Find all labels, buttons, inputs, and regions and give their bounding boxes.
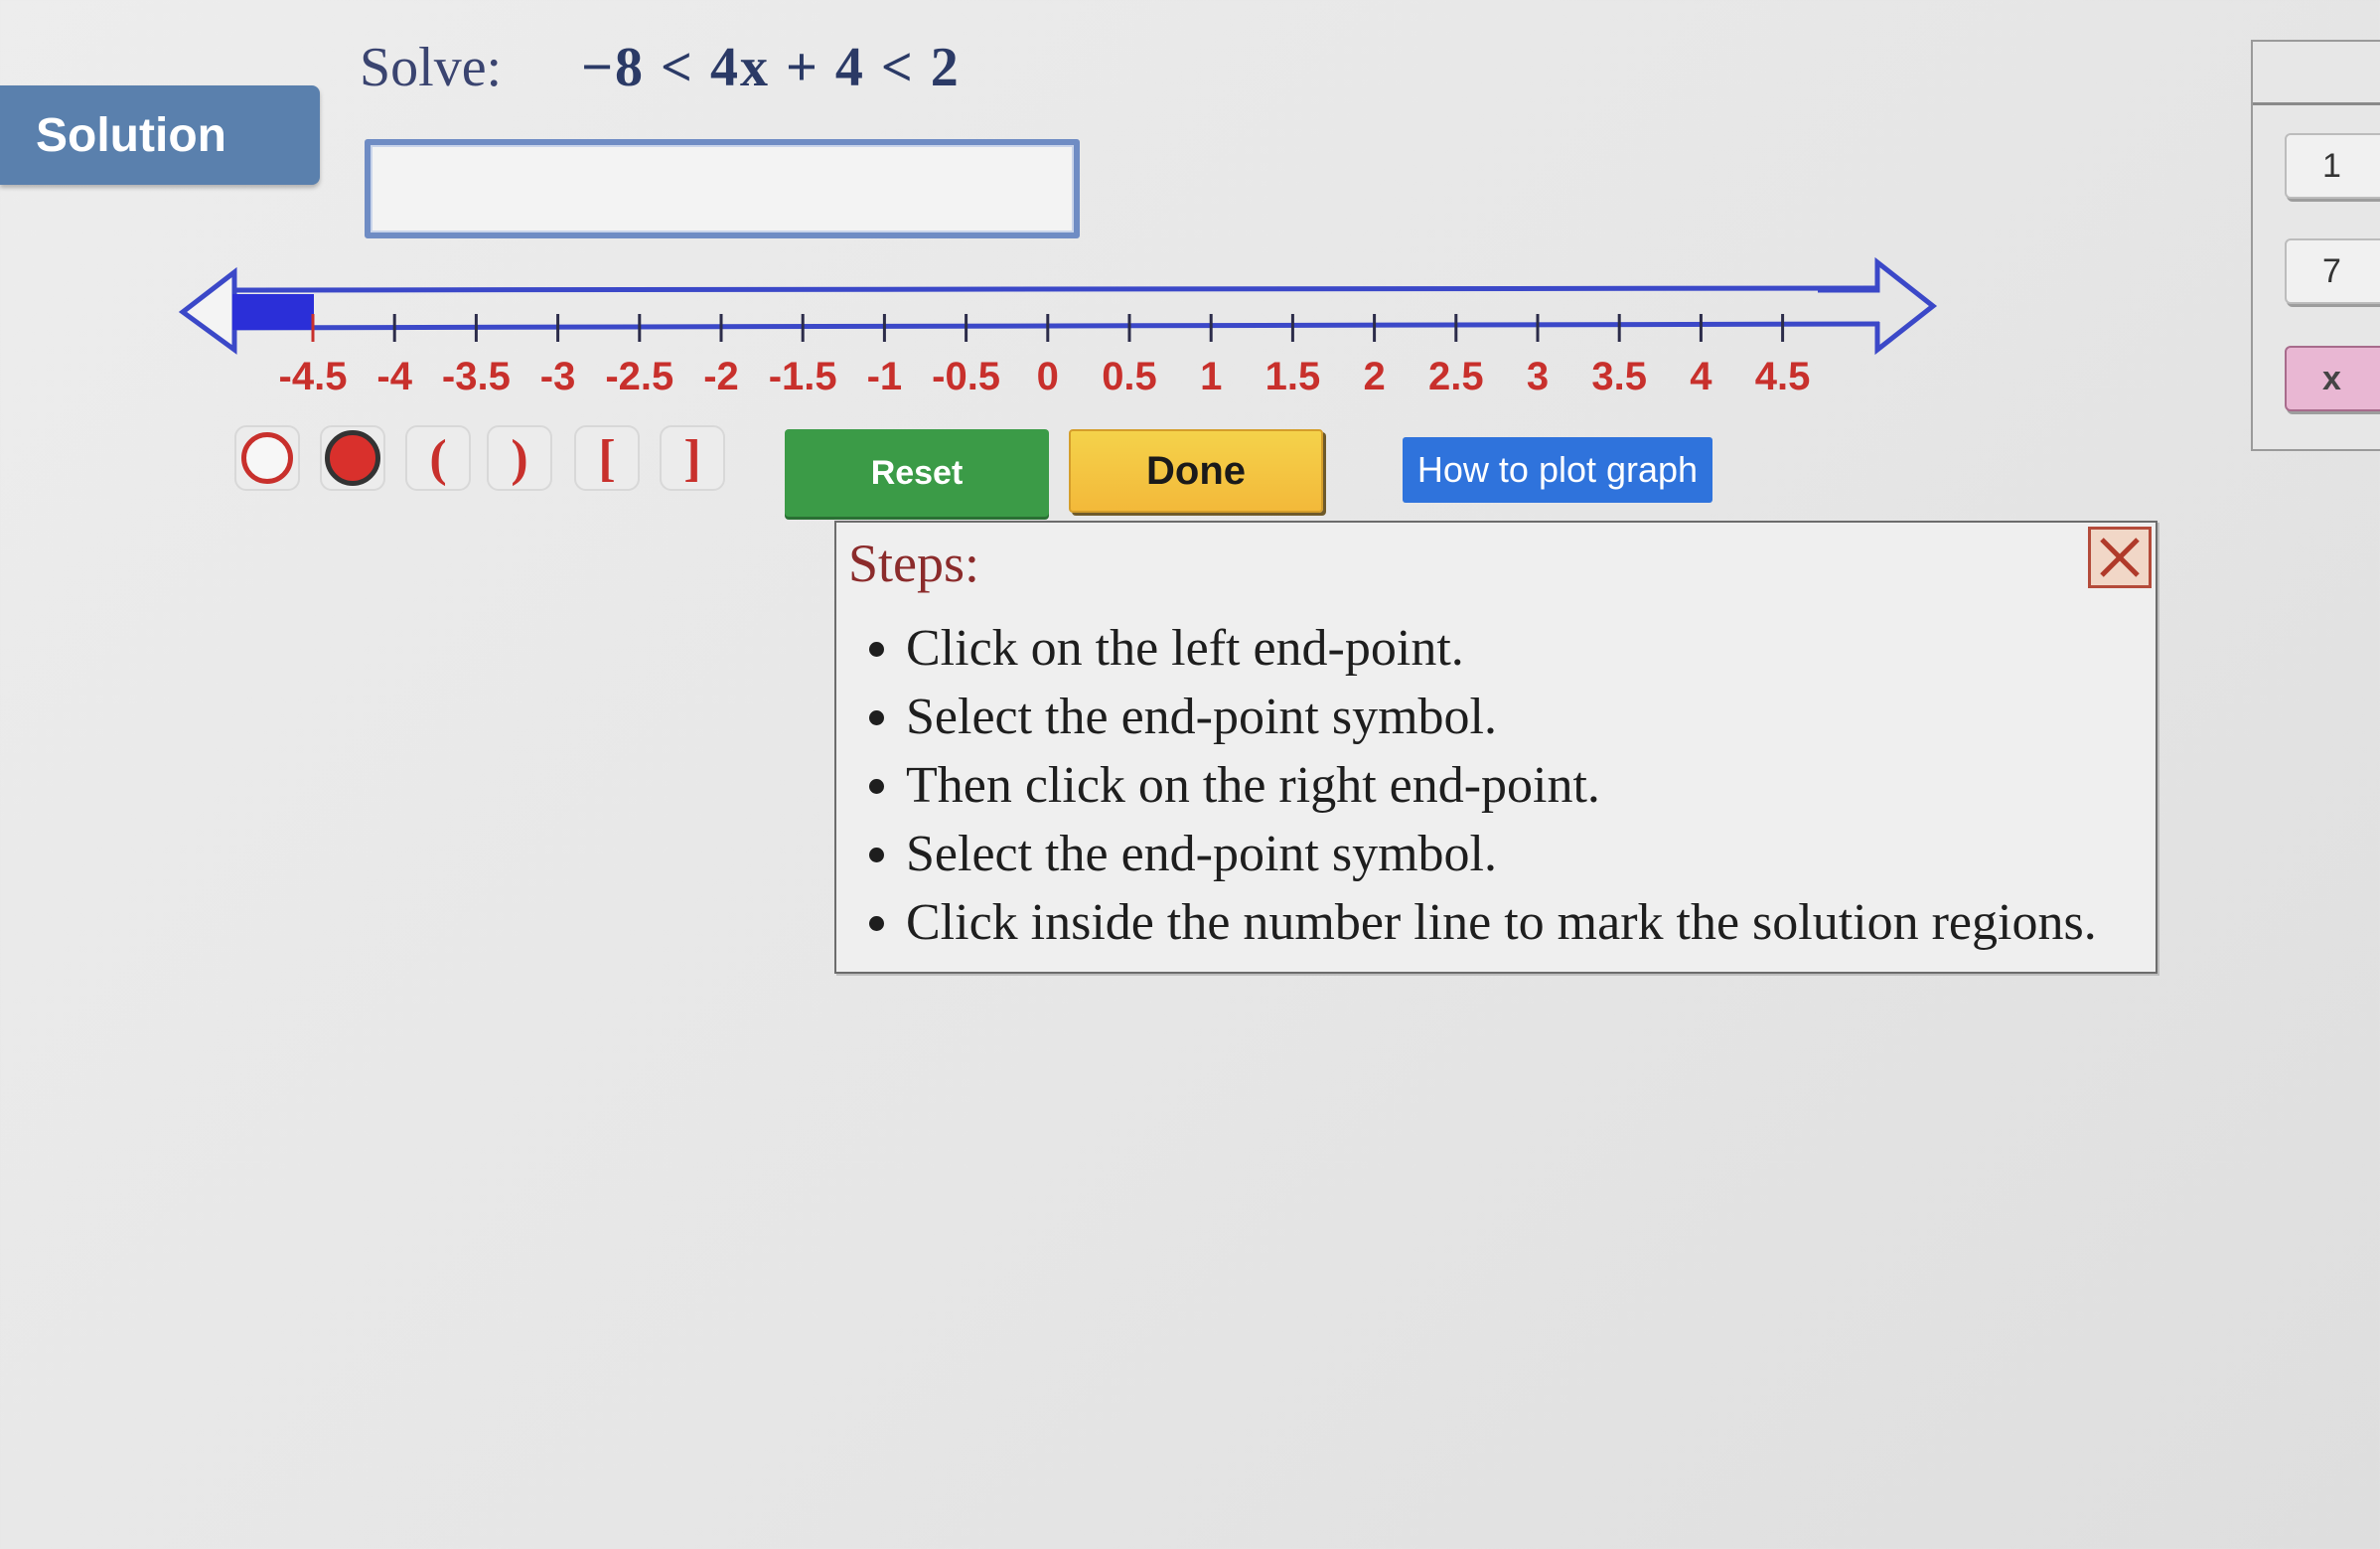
tick-label: -2.5 [605,355,673,398]
open-circle-tool[interactable] [234,425,300,491]
math-keypad-panel: 1 7 x [2251,40,2380,451]
tick-label: 2.5 [1428,355,1484,398]
tick-label: 4.5 [1755,355,1811,398]
steps-list: Click on the left end-point. Select the … [836,614,2097,957]
steps-list-item: Click inside the number line to mark the… [906,888,2097,957]
tick-label: 2 [1363,355,1385,398]
number-line-top-edge [233,285,1878,293]
tick-labels: -4.5 -4 -3.5 -3 -2.5 -2 -1.5 -1 -0.5 0 0.5 1 1.5 2 2.5… [279,355,1811,398]
key-x-label: x [2322,359,2341,397]
shaded-solution-region[interactable] [232,294,314,330]
how-to-plot-button[interactable]: How to plot graph [1403,437,1712,503]
tick-label: 3 [1527,355,1549,398]
tick-label: -1 [867,355,903,398]
steps-list-item: Select the end-point symbol. [906,683,2097,751]
done-button-label: Done [1146,448,1246,493]
problem-statement: Solve: −8 < 4x + 4 < 2 [360,28,961,107]
right-arrow-icon [1818,256,1938,356]
tick-label: 1.5 [1265,355,1321,398]
tick-label: 3.5 [1591,355,1647,398]
close-paren-symbol: ) [511,429,528,487]
open-bracket-tool[interactable]: [ [574,425,640,491]
open-bracket-symbol: [ [598,429,616,487]
reset-button-label: Reset [870,453,964,492]
tick-label: -2 [703,355,739,398]
problem-expression: −8 < 4x + 4 < 2 [581,37,961,98]
solution-tab[interactable]: Solution [0,85,320,185]
steps-close-button[interactable] [2088,527,2152,588]
tick-label: -3 [540,355,576,398]
open-paren-symbol: ( [429,429,447,487]
open-circle-icon [241,432,293,484]
key-7-label: 7 [2322,251,2341,290]
problem-label: Solve: [360,37,503,98]
answer-input[interactable] [365,139,1080,238]
key-7[interactable]: 7 [2285,238,2380,304]
close-bracket-tool[interactable]: ] [660,425,725,491]
number-line-axis [208,321,1880,331]
filled-circle-icon [325,430,380,486]
how-to-plot-button-label: How to plot graph [1416,449,1699,490]
done-button[interactable]: Done [1069,429,1323,513]
tick-label: -4.5 [279,355,348,398]
tick-label: -4 [376,355,412,398]
steps-panel: Steps: Click on the left end-point. Sele… [834,521,2157,974]
close-bracket-symbol: ] [683,429,701,487]
key-1-label: 1 [2322,146,2341,185]
tick-label: 0.5 [1102,355,1157,398]
steps-list-item: Select the end-point symbol. [906,820,2097,888]
steps-title: Steps: [848,534,980,593]
open-paren-tool[interactable]: ( [405,425,471,491]
reset-button[interactable]: Reset [785,429,1049,517]
tick-label: 1 [1200,355,1222,398]
tick-label: 0 [1037,355,1059,398]
keypad-header [2253,42,2380,105]
tick-label: 4 [1690,355,1712,398]
close-paren-tool[interactable]: ) [487,425,552,491]
filled-circle-tool[interactable] [320,425,385,491]
close-icon [2100,538,2140,577]
steps-list-item: Click on the left end-point. [906,614,2097,683]
tick-label: -0.5 [932,355,1000,398]
number-line[interactable]: -4.5 -4 -3.5 -3 -2.5 -2 -1.5 -1 -0.5 0 0.5 1 1.5 2 2.5… [0,238,1947,417]
key-1[interactable]: 1 [2285,133,2380,199]
tick-label: -1.5 [769,355,837,398]
tick-label: -3.5 [442,355,511,398]
left-arrow-icon [178,266,237,355]
key-x[interactable]: x [2285,346,2380,411]
solution-tab-label: Solution [36,108,226,162]
steps-list-item: Then click on the right end-point. [906,751,2097,820]
